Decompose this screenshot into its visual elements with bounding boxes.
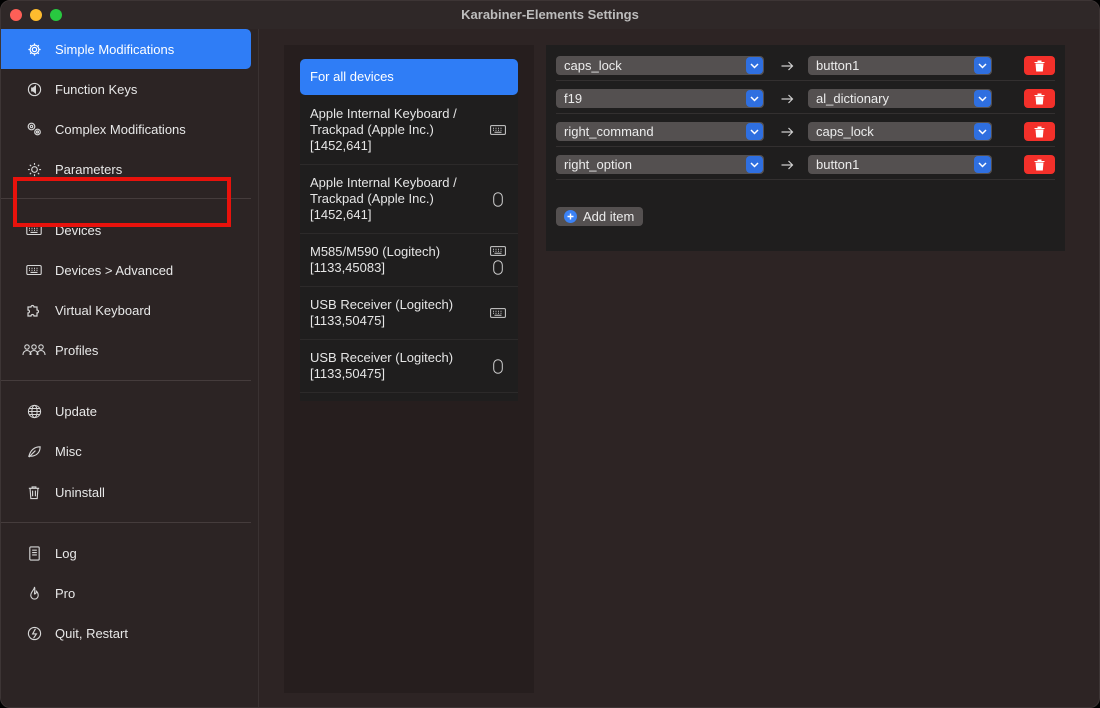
speaker-icon [25,80,43,98]
sidebar-item-label: Profiles [55,342,99,358]
arrow-right-icon [778,155,796,174]
chevron-down-icon [746,57,763,74]
sidebar-item-label: Parameters [55,161,123,177]
to-key-select[interactable]: button1 [808,155,992,174]
keyboard-icon [490,245,506,256]
leaf-icon [25,442,43,460]
flame-icon [25,584,43,602]
sidebar-divider [1,522,251,523]
to-key-select[interactable]: button1 [808,56,992,75]
mapping-row: caps_lock button1 [556,48,1055,81]
device-item[interactable]: USB Receiver (Logitech) [1133,50475] [300,287,518,340]
delete-button[interactable] [1024,89,1055,108]
people-icon [22,341,46,359]
mouse-icon [493,191,503,207]
sidebar-divider [1,380,251,381]
device-item[interactable]: USB Receiver (Logitech) [1133,50475] [300,340,518,393]
sidebar: Simple Modifications Function Keys Compl… [1,29,259,707]
mapping-row: f19 al_dictionary [556,81,1055,114]
mapping-panel: caps_lock button1 f19 al_dictionary righ… [546,45,1065,251]
mouse-icon [493,259,503,275]
mapping-row: right_command caps_lock [556,114,1055,147]
arrow-right-icon [778,122,796,141]
highlight-annotation [13,177,231,227]
app-window: Karabiner-Elements Settings Simple Modif… [0,0,1100,708]
keyboard-icon [490,124,506,135]
sidebar-item-complex-modifications[interactable]: Complex Modifications [1,109,251,149]
globe-icon [25,402,43,420]
window-title: Karabiner-Elements Settings [461,7,639,22]
to-key-select[interactable]: caps_lock [808,122,992,141]
device-item[interactable]: Apple Internal Keyboard / Trackpad (Appl… [300,165,518,234]
sidebar-item-profiles[interactable]: Profiles [1,330,251,370]
sidebar-item-uninstall[interactable]: Uninstall [1,472,251,512]
delete-button[interactable] [1024,56,1055,75]
mouse-icon [493,358,503,374]
sidebar-item-label: Pro [55,585,76,601]
from-key-select[interactable]: right_option [556,155,764,174]
sidebar-item-simple-modifications[interactable]: Simple Modifications [1,29,251,69]
title-bar: Karabiner-Elements Settings [1,1,1099,29]
sidebar-item-label: Quit, Restart [55,625,128,641]
plus-circle-icon [564,210,577,223]
sidebar-item-label: Simple Modifications [55,41,175,57]
sidebar-item-label: Uninstall [55,484,105,500]
sidebar-item-label: Virtual Keyboard [55,302,151,318]
document-icon [25,544,43,562]
arrow-right-icon [778,56,796,75]
device-item[interactable]: M585/M590 (Logitech) [1133,45083] [300,234,518,287]
power-icon [25,624,43,642]
sidebar-item-label: Function Keys [55,81,138,97]
trash-icon [1034,93,1045,104]
sidebar-item-label: Devices > Advanced [55,262,174,278]
sidebar-item-devices-advanced[interactable]: Devices > Advanced [1,250,251,290]
chevron-down-icon [974,123,991,140]
delete-button[interactable] [1024,122,1055,141]
chevron-down-icon [974,57,991,74]
sidebar-item-update[interactable]: Update [1,391,251,431]
sun-icon [25,160,43,178]
chevron-down-icon [746,123,763,140]
gear-icon [25,40,43,58]
sidebar-item-misc[interactable]: Misc [1,431,251,471]
trash-icon [1034,60,1045,71]
sidebar-item-label: Update [55,403,97,419]
chevron-down-icon [974,90,991,107]
sidebar-item-virtual-keyboard[interactable]: Virtual Keyboard [1,290,251,330]
sidebar-item-pro[interactable]: Pro [1,573,251,613]
from-key-select[interactable]: caps_lock [556,56,764,75]
add-item-button[interactable]: Add item [556,207,644,226]
trash-icon [1034,159,1045,170]
delete-button[interactable] [1024,155,1055,174]
keyboard-icon [25,261,43,279]
trash-icon [1034,126,1045,137]
sidebar-item-label: Misc [55,443,82,459]
puzzle-icon [25,301,43,319]
gears-icon [25,120,43,138]
sidebar-item-quit-restart[interactable]: Quit, Restart [1,613,251,653]
from-key-select[interactable]: right_command [556,122,764,141]
device-panel: For all devices Apple Internal Keyboard … [284,45,534,693]
sidebar-item-label: Complex Modifications [55,121,186,137]
sidebar-item-label: Log [55,545,77,561]
chevron-down-icon [974,156,991,173]
device-list: For all devices Apple Internal Keyboard … [300,59,518,401]
device-item-all[interactable]: For all devices [300,59,518,95]
chevron-down-icon [746,156,763,173]
sidebar-item-function-keys[interactable]: Function Keys [1,69,251,109]
chevron-down-icon [746,90,763,107]
from-key-select[interactable]: f19 [556,89,764,108]
device-item[interactable]: Apple Internal Keyboard / Trackpad (Appl… [300,95,518,165]
to-key-select[interactable]: al_dictionary [808,89,992,108]
keyboard-icon [490,308,506,318]
arrow-right-icon [778,89,796,108]
trash-icon [25,483,43,501]
mapping-row: right_option button1 [556,147,1055,180]
sidebar-item-log[interactable]: Log [1,533,251,573]
